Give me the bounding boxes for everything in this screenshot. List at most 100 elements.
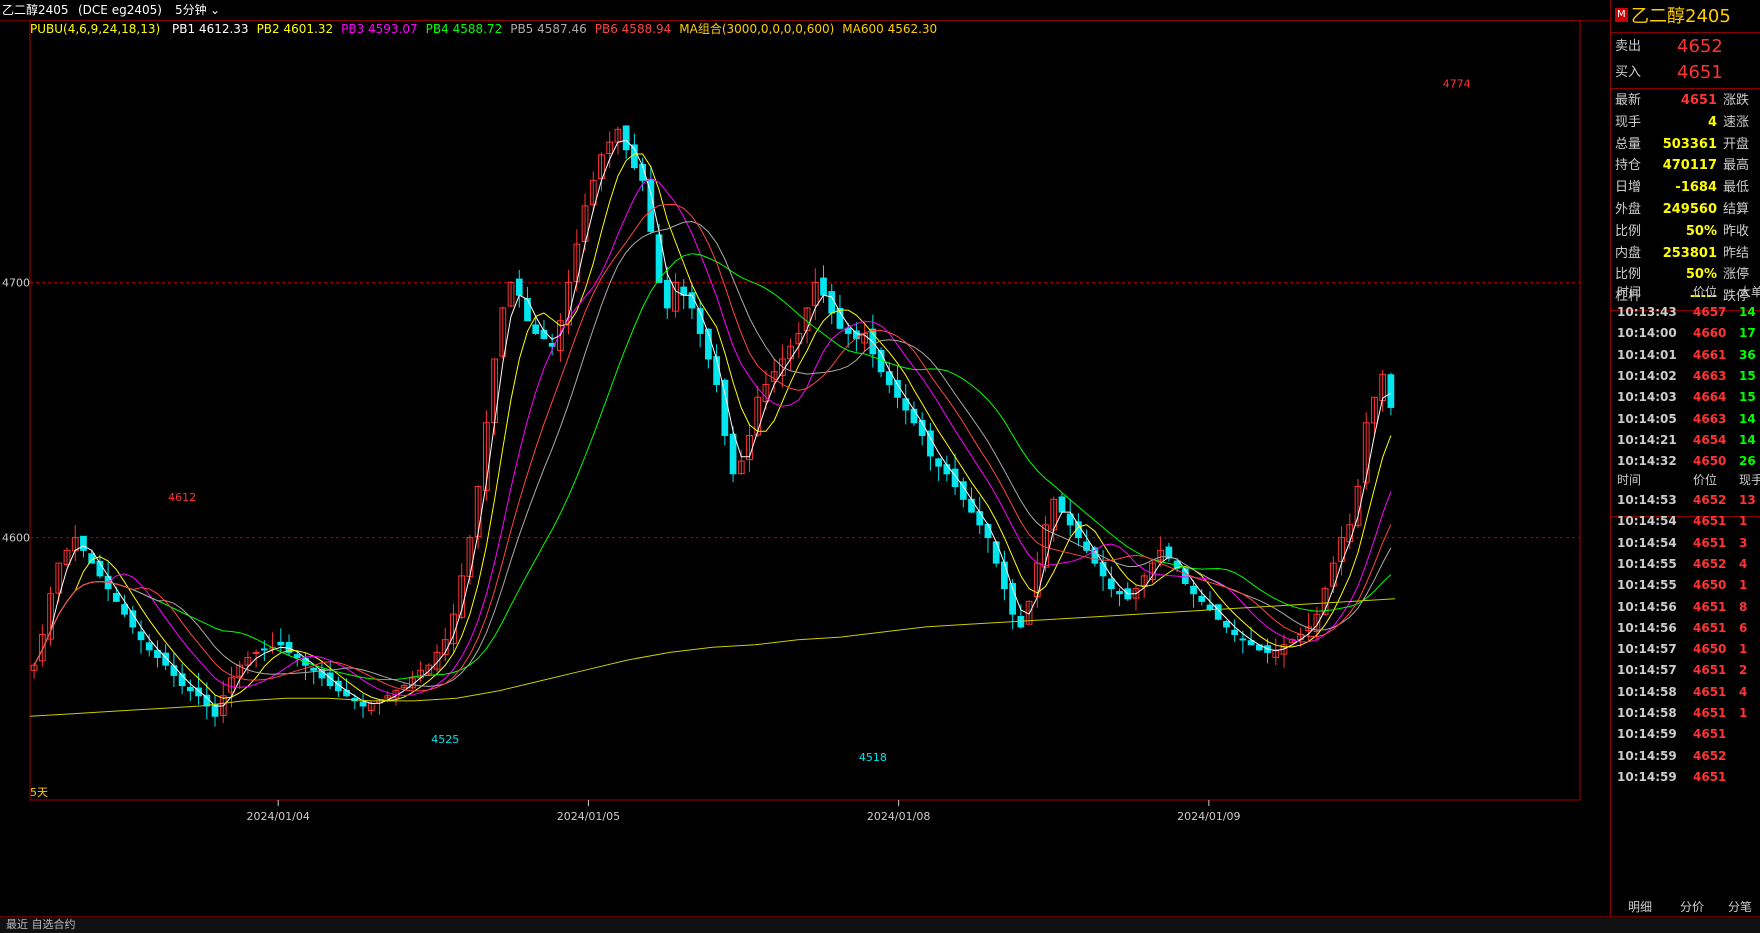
candle-body: [1387, 374, 1395, 408]
candle-body: [721, 379, 729, 437]
status-text[interactable]: 最近 自选合约: [6, 918, 76, 931]
quote-label-secondary: 最低: [1723, 180, 1750, 196]
candle-body: [1231, 629, 1239, 636]
candle-body: [729, 433, 737, 475]
candle-body: [260, 648, 268, 651]
quote-row: 内盘 253801 昨结: [1611, 243, 1760, 265]
trade-row[interactable]: 10:14:59 4651: [1611, 765, 1760, 789]
candle-body: [935, 458, 943, 467]
sell-row[interactable]: 卖出 4652: [1611, 34, 1760, 60]
chevron-down-icon[interactable]: ⌄: [210, 0, 220, 20]
x-tick-label: 2024/01/08: [867, 810, 930, 823]
candle-body: [1001, 561, 1008, 590]
candle-body: [252, 651, 260, 654]
candle-body: [820, 277, 827, 296]
candle-body: [976, 511, 984, 526]
status-bar: 最近 自选合约: [0, 916, 1760, 933]
period-selector[interactable]: 5分钟: [175, 0, 207, 20]
candle-body: [992, 541, 1000, 564]
tab-tick[interactable]: 分笔: [1728, 898, 1752, 916]
sell-price: 4652: [1677, 36, 1723, 57]
candle-body: [80, 535, 87, 551]
quote-value: 503361: [1662, 136, 1717, 152]
candle-body: [293, 654, 301, 659]
y-tick-label: 4700: [2, 276, 30, 289]
candle-body: [170, 665, 178, 676]
candle-body: [145, 642, 153, 651]
quote-row: 外盘 249560 结算: [1611, 199, 1760, 221]
candle-body: [88, 553, 96, 564]
buy-row[interactable]: 买入 4651: [1611, 60, 1760, 86]
quote-value: -1684: [1675, 180, 1717, 196]
quote-value: 50%: [1685, 223, 1717, 239]
quote-label-secondary: 最高: [1723, 158, 1750, 174]
candle-body: [277, 641, 285, 646]
buy-price: 4651: [1677, 62, 1723, 83]
x-tick-label: 2024/01/05: [557, 810, 620, 823]
price-annotation: 4612: [168, 491, 196, 504]
contract-title[interactable]: 乙二醇2405: [2, 0, 69, 20]
quote-value: 4651: [1680, 93, 1717, 108]
quote-panel: M 乙二醇2405 卖出 4652 买入 4651 最新 4651 涨跌 现手 4 速涨总…: [1610, 0, 1760, 932]
candle-body: [1099, 561, 1107, 577]
quote-label-secondary: 涨跌: [1723, 93, 1750, 108]
candle-body: [844, 327, 852, 334]
price-annotation: 4518: [859, 751, 887, 764]
candle-body: [121, 604, 128, 615]
quote-label: 总量: [1615, 136, 1642, 152]
candle-body: [622, 125, 630, 151]
candle-body: [1058, 496, 1066, 513]
quote-label: 内盘: [1615, 245, 1642, 261]
quote-value: 249560: [1662, 202, 1717, 217]
candle-body: [1206, 604, 1214, 610]
quote-label: 比例: [1615, 223, 1642, 239]
candle-body: [828, 291, 836, 314]
candle-body: [112, 592, 120, 602]
tab-detail[interactable]: 明细: [1628, 898, 1652, 916]
quote-label-secondary: 昨结: [1723, 245, 1750, 261]
candle-body: [359, 701, 367, 707]
x-tick-label: 2024/01/09: [1177, 810, 1240, 823]
quote-label: 外盘: [1615, 202, 1642, 217]
quote-row: 日增 -1684 最低: [1611, 177, 1760, 199]
quote-title: 乙二醇2405: [1631, 6, 1731, 27]
ma600-line: [29, 598, 1396, 717]
y-tick-label: 4600: [2, 532, 30, 545]
candle-body: [984, 523, 992, 539]
candle-body: [1198, 595, 1206, 602]
price-annotation: 4774: [1443, 78, 1471, 91]
quote-label: 日增: [1615, 180, 1642, 196]
tab-price[interactable]: 分价: [1680, 898, 1704, 916]
candle-body: [137, 631, 145, 641]
quote-label: 持仓: [1615, 158, 1642, 174]
pubu-line: [33, 253, 1392, 681]
quote-row: 现手 4 速涨: [1611, 112, 1760, 134]
candle-body: [1190, 585, 1197, 595]
exchange-code: (DCE eg2405): [78, 3, 162, 17]
market-badge: M: [1615, 8, 1628, 22]
period-label: 5天: [30, 786, 48, 799]
pubu-line: [33, 153, 1392, 702]
quote-label-secondary: 昨收: [1723, 223, 1750, 239]
quote-value: 253801: [1662, 245, 1717, 261]
candle-body: [1223, 621, 1230, 628]
quote-label-secondary: 速涨: [1723, 114, 1750, 130]
candle-body: [1116, 590, 1123, 595]
pubu-line: [33, 204, 1392, 692]
pubu-line: [33, 139, 1392, 707]
quote-row: 比例 50% 昨收: [1611, 221, 1760, 243]
quote-row: 持仓 470117 最高: [1611, 155, 1760, 177]
candle-body: [524, 298, 531, 322]
candle-body: [663, 279, 671, 309]
quote-label-secondary: 结算: [1723, 202, 1750, 217]
pubu-line: [33, 220, 1392, 687]
price-chart[interactable]: 4600470046124525451847744560454646642024…: [0, 20, 1610, 900]
buy-label: 买入: [1615, 65, 1642, 80]
trade-price: 4651: [1693, 769, 1727, 784]
quote-row: 最新 4651 涨跌: [1611, 90, 1760, 112]
quote-header: M 乙二醇2405: [1611, 4, 1760, 30]
quote-label-secondary: 开盘: [1723, 136, 1750, 152]
chart-frame: [29, 20, 1581, 801]
sell-label: 卖出: [1615, 39, 1642, 54]
pubu-line: [33, 178, 1392, 697]
